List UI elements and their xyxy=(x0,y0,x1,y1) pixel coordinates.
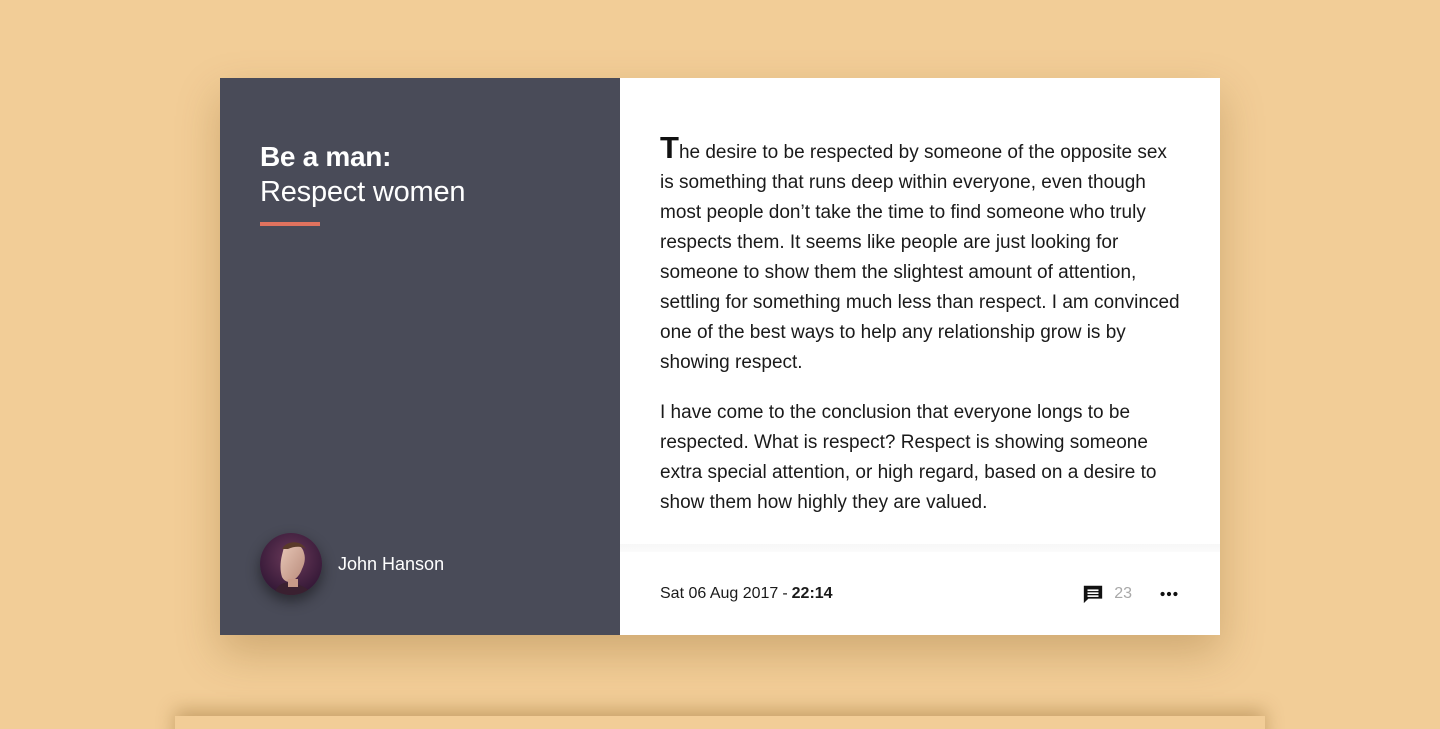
next-card-edge xyxy=(175,716,1265,729)
article-paragraph-1-text: he desire to be respected by someone of … xyxy=(660,142,1180,373)
more-horizontal-icon[interactable] xyxy=(1158,583,1180,605)
author-block[interactable]: John Hanson xyxy=(260,533,444,595)
dropcap-letter: T xyxy=(660,130,679,165)
post-time: 22:14 xyxy=(791,584,833,602)
footer-actions: 23 xyxy=(1082,583,1180,605)
post-date: Sat 06 Aug 2017-22:14 xyxy=(660,585,833,603)
post-date-day: Sat 06 Aug 2017 xyxy=(660,584,779,602)
date-separator: - xyxy=(782,584,788,602)
card-right-panel: The desire to be respected by someone of… xyxy=(620,78,1220,635)
comment-icon[interactable] xyxy=(1082,583,1104,605)
article-card: Be a man: Respect women John Hanson The … xyxy=(220,78,1220,635)
author-name[interactable]: John Hanson xyxy=(338,554,444,575)
avatar-photo-icon xyxy=(260,533,322,595)
title-accent-bar xyxy=(260,222,320,226)
page: Be a man: Respect women John Hanson The … xyxy=(0,0,1440,729)
card-title-light: Respect women xyxy=(260,176,466,208)
article-paragraph-2: I have come to the conclusion that every… xyxy=(660,402,1157,513)
footer-divider xyxy=(620,544,1220,552)
article-paragraph-1: The desire to be respected by someone of… xyxy=(660,132,1182,378)
comment-count[interactable]: 23 xyxy=(1114,585,1132,603)
avatar[interactable] xyxy=(260,533,322,595)
card-footer: Sat 06 Aug 2017-22:14 23 xyxy=(660,552,1180,635)
card-title-bold: Be a man: xyxy=(260,141,392,172)
card-left-panel: Be a man: Respect women John Hanson xyxy=(220,78,620,635)
article-body: The desire to be respected by someone of… xyxy=(660,132,1182,538)
